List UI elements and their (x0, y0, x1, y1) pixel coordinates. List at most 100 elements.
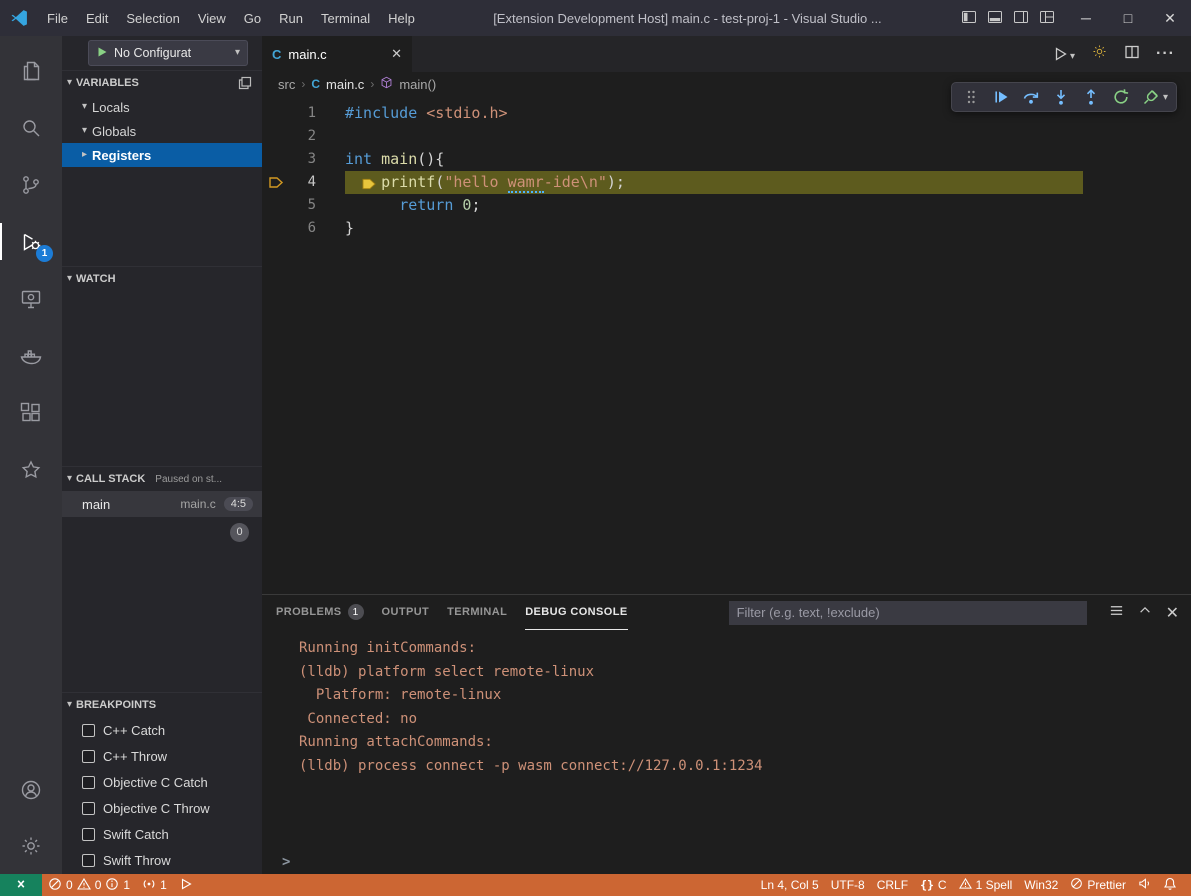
spell-checker-status[interactable]: 1 Spell (953, 874, 1019, 896)
formatter-status[interactable]: Prettier (1064, 874, 1132, 896)
eol-indicator[interactable]: CRLF (871, 874, 914, 896)
chevron-down-icon[interactable]: ▾ (1163, 92, 1171, 103)
breadcrumb-folder[interactable]: src (278, 77, 295, 92)
close-panel-icon[interactable]: ✕ (1166, 603, 1179, 623)
menu-help[interactable]: Help (379, 0, 424, 36)
breakpoint-label: Objective C Catch (103, 775, 208, 790)
source-control-icon[interactable] (0, 156, 62, 213)
menu-run[interactable]: Run (270, 0, 312, 36)
gutter-glyph (262, 194, 290, 217)
tab-terminal[interactable]: TERMINAL (447, 596, 507, 630)
step-out-icon[interactable] (1077, 84, 1105, 110)
toolbar-drag-handle[interactable] (957, 84, 985, 110)
customize-layout-icon[interactable] (1039, 9, 1055, 28)
notifications-status[interactable] (1157, 874, 1183, 896)
menu-file[interactable]: File (38, 0, 77, 36)
variables-scope-locals[interactable]: ▾ Locals (62, 95, 262, 119)
code-editor[interactable]: 1#include <stdio.h>23int main(){4 printf… (262, 96, 1191, 594)
breakpoint-item[interactable]: C++ Throw (62, 743, 262, 769)
start-debugging-icon[interactable] (96, 46, 108, 61)
menu-terminal[interactable]: Terminal (312, 0, 379, 36)
more-actions-icon[interactable]: ··· (1156, 45, 1175, 63)
menu-edit[interactable]: Edit (77, 0, 117, 36)
breakpoint-checkbox[interactable] (82, 854, 95, 867)
language-mode[interactable]: {} C (914, 874, 953, 896)
code-line[interactable]: 2 (262, 125, 1191, 148)
search-icon[interactable] (0, 99, 62, 156)
settings-gear-icon[interactable] (0, 818, 62, 874)
close-button[interactable]: ✕ (1149, 0, 1191, 36)
toggle-secondary-sidebar-icon[interactable] (1013, 9, 1029, 28)
breadcrumb-file[interactable]: main.c (326, 77, 364, 92)
breadcrumb-symbol[interactable]: main() (399, 77, 436, 92)
encoding-indicator[interactable]: UTF-8 (825, 874, 871, 896)
step-into-icon[interactable] (1047, 84, 1075, 110)
maximize-panel-icon[interactable] (1138, 603, 1152, 622)
open-panel-icon[interactable] (238, 76, 252, 90)
menu-selection[interactable]: Selection (117, 0, 188, 36)
tab-problems[interactable]: PROBLEMS 1 (276, 596, 364, 630)
ports-status[interactable]: 1 (136, 874, 173, 896)
breakpoint-item[interactable]: C++ Catch (62, 717, 262, 743)
breakpoint-item[interactable]: Objective C Catch (62, 769, 262, 795)
console-line: Running initCommands: (299, 637, 1179, 661)
breakpoints-section-header[interactable]: ▾ BREAKPOINTS (62, 693, 262, 717)
console-filter-input[interactable] (729, 601, 1087, 625)
toggle-panel-icon[interactable] (987, 9, 1003, 28)
remote-explorer-icon[interactable] (0, 270, 62, 327)
maximize-button[interactable]: □ (1107, 0, 1149, 36)
variables-scope-registers[interactable]: ▸ Registers (62, 143, 262, 167)
code-line[interactable]: 4 printf("hello wamr-ide\n"); (262, 171, 1191, 194)
menu-go[interactable]: Go (235, 0, 270, 36)
breakpoint-item[interactable]: Objective C Throw (62, 795, 262, 821)
extensions-icon[interactable] (0, 384, 62, 441)
code-line[interactable]: 5 return 0; (262, 194, 1191, 217)
breakpoint-checkbox[interactable] (82, 750, 95, 763)
step-over-icon[interactable] (1017, 84, 1045, 110)
explorer-icon[interactable] (0, 42, 62, 99)
breakpoint-item[interactable]: Swift Throw (62, 847, 262, 873)
breakpoint-item[interactable]: Swift Catch (62, 821, 262, 847)
collapse-all-icon[interactable] (1109, 603, 1124, 623)
continue-icon[interactable] (987, 84, 1015, 110)
debug-console-input[interactable]: > (262, 850, 1191, 874)
watch-section-header[interactable]: ▾ WATCH (62, 267, 262, 291)
disconnect-icon[interactable] (1137, 84, 1165, 110)
docker-icon[interactable] (0, 327, 62, 384)
debug-console-output[interactable]: Running initCommands:(lldb) platform sel… (262, 630, 1191, 850)
tab-output[interactable]: OUTPUT (382, 596, 430, 630)
call-stack-section-header[interactable]: ▾ CALL STACK Paused on st... (62, 467, 262, 491)
launch-configuration-dropdown[interactable]: No Configurat ▾ (88, 40, 248, 66)
toggle-sidebar-icon[interactable] (961, 9, 977, 28)
remote-icon (14, 877, 28, 894)
cursor-position[interactable]: Ln 4, Col 5 (755, 874, 825, 896)
announcement-status[interactable] (1132, 874, 1157, 896)
toolchain-settings-icon[interactable] (1091, 43, 1108, 65)
run-or-debug-icon[interactable]: ▾ (1053, 46, 1075, 62)
variables-section-header[interactable]: ▾ VARIABLES (62, 71, 262, 95)
breakpoint-label: Swift Throw (103, 853, 171, 868)
accounts-icon[interactable] (0, 762, 62, 818)
stack-frame-row[interactable]: main main.c 4:5 (62, 491, 262, 517)
breakpoint-checkbox[interactable] (82, 802, 95, 815)
variables-scope-globals[interactable]: ▾ Globals (62, 119, 262, 143)
diagnostics-status[interactable]: 0 0 1 (42, 874, 136, 896)
breakpoint-checkbox[interactable] (82, 828, 95, 841)
star-icon[interactable] (0, 441, 62, 498)
platform-indicator[interactable]: Win32 (1018, 874, 1064, 896)
remote-indicator[interactable] (0, 874, 42, 896)
split-editor-icon[interactable] (1124, 44, 1140, 65)
code-line[interactable]: 3int main(){ (262, 148, 1191, 171)
tab-debug-console[interactable]: DEBUG CONSOLE (525, 596, 627, 630)
breakpoint-checkbox[interactable] (82, 724, 95, 737)
code-line[interactable]: 6} (262, 217, 1191, 240)
breakpoint-checkbox[interactable] (82, 776, 95, 789)
paused-status-label: Paused on st... (155, 474, 222, 485)
run-and-debug-icon[interactable]: 1 (0, 213, 62, 270)
close-tab-icon[interactable]: ✕ (391, 46, 402, 62)
tab-main-c[interactable]: C main.c ✕ (262, 36, 412, 72)
debug-status[interactable] (173, 874, 199, 896)
menu-view[interactable]: View (189, 0, 235, 36)
minimize-button[interactable]: ─ (1065, 0, 1107, 36)
restart-icon[interactable] (1107, 84, 1135, 110)
